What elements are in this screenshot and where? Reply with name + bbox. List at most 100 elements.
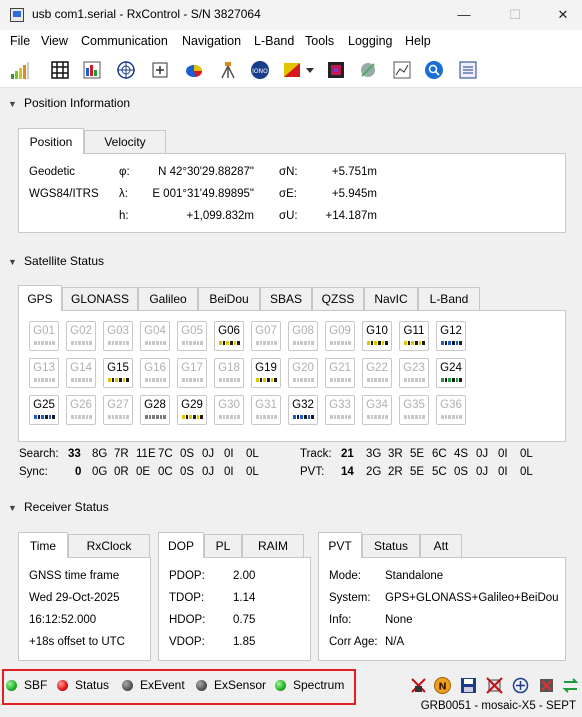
satellite-cell[interactable]: G30 (214, 395, 244, 425)
satellite-cell[interactable]: G07 (251, 321, 281, 351)
tripod-icon[interactable] (218, 60, 238, 80)
tab-position[interactable]: Position (18, 128, 84, 154)
stat-item: 5C (432, 466, 447, 478)
receiver-section-header[interactable]: ▼ Receiver Status (8, 500, 109, 518)
signal-bars-icon[interactable] (10, 60, 30, 80)
satellite-cell[interactable]: G22 (362, 358, 392, 388)
satellite-cell[interactable]: G02 (66, 321, 96, 351)
tab-pvt[interactable]: PVT (318, 532, 362, 558)
satellite-cell[interactable]: G18 (214, 358, 244, 388)
tab-rxclock[interactable]: RxClock (68, 534, 150, 558)
satellite-cell[interactable]: G28 (140, 395, 170, 425)
grid-icon[interactable] (50, 60, 70, 80)
exsensor-indicator[interactable]: ExSensor (214, 678, 266, 692)
stat-item: 0J (476, 448, 489, 460)
satellite-cell[interactable]: G33 (325, 395, 355, 425)
skyplot-icon[interactable] (116, 60, 136, 80)
ntrip-icon[interactable]: N (434, 677, 451, 694)
satellite-cell[interactable]: G32 (288, 395, 318, 425)
satellite-id: G12 (440, 325, 462, 337)
sbf-indicator[interactable]: SBF (24, 678, 47, 692)
menu-lband[interactable]: L-Band (254, 34, 294, 48)
tab-sbas[interactable]: SBAS (260, 287, 312, 311)
satellite-cell[interactable]: G10 (362, 321, 392, 351)
satellite-cell[interactable]: G25 (29, 395, 59, 425)
tab-glonass[interactable]: GLONASS (62, 287, 138, 311)
tab-velocity[interactable]: Velocity (84, 130, 166, 154)
satellite-cell[interactable]: G05 (177, 321, 207, 351)
satellite-cell[interactable]: G08 (288, 321, 318, 351)
satellite-cell[interactable]: G20 (288, 358, 318, 388)
close-button[interactable]: ✕ (551, 6, 575, 24)
tab-qzss[interactable]: QZSS (312, 287, 364, 311)
satellite-cell[interactable]: G36 (436, 395, 466, 425)
tab-time[interactable]: Time (18, 532, 68, 558)
menu-communication[interactable]: Communication (81, 34, 168, 48)
satellite-cell[interactable]: G29 (177, 395, 207, 425)
spectrum-indicator[interactable]: Spectrum (293, 678, 344, 692)
tab-pl[interactable]: PL (204, 534, 242, 558)
search-icon[interactable] (424, 60, 444, 80)
satellite-cell[interactable]: G14 (66, 358, 96, 388)
satellite-section-header[interactable]: ▼ Satellite Status (8, 254, 104, 272)
satellite-cell[interactable]: G12 (436, 321, 466, 351)
tab-status[interactable]: Status (362, 534, 420, 558)
satellite-cell[interactable]: G21 (325, 358, 355, 388)
satellite-cell[interactable]: G24 (436, 358, 466, 388)
save-icon[interactable] (460, 677, 477, 694)
signal-bars-icon (441, 378, 463, 382)
satellite-cell[interactable]: G34 (362, 395, 392, 425)
position-section-header[interactable]: ▼ Position Information (8, 96, 130, 114)
sync-arrows-icon[interactable] (562, 677, 579, 694)
maximize-button[interactable]: ☐ (503, 6, 527, 24)
tab-beidou[interactable]: BeiDou (198, 287, 260, 311)
close-panel-icon[interactable] (538, 677, 555, 694)
menu-tools[interactable]: Tools (305, 34, 334, 48)
satellite-cell[interactable]: G09 (325, 321, 355, 351)
satellite-cell[interactable]: G01 (29, 321, 59, 351)
menu-help[interactable]: Help (405, 34, 431, 48)
satellite-cell[interactable]: G16 (140, 358, 170, 388)
minimize-button[interactable]: — (452, 6, 476, 24)
menu-logging[interactable]: Logging (348, 34, 393, 48)
dropdown-arrow-icon[interactable] (304, 60, 316, 80)
satellite-icon[interactable] (358, 60, 378, 80)
satellite-cell[interactable]: G35 (399, 395, 429, 425)
pie-chart-icon[interactable] (184, 60, 204, 80)
iono-icon[interactable]: IONO (250, 60, 270, 80)
satellite-cell[interactable]: G13 (29, 358, 59, 388)
tab-raim[interactable]: RAIM (242, 534, 304, 558)
satellite-cell[interactable]: G23 (399, 358, 429, 388)
bar-chart-icon[interactable] (82, 60, 102, 80)
sigma-u-value: +14.187m (325, 210, 377, 222)
satellite-cell[interactable]: G19 (251, 358, 281, 388)
flag-icon[interactable] (282, 60, 302, 80)
spectrum-icon[interactable] (326, 60, 346, 80)
add-icon[interactable] (512, 677, 529, 694)
satellite-cell[interactable]: G11 (399, 321, 429, 351)
exevent-indicator[interactable]: ExEvent (140, 678, 185, 692)
tab-dop[interactable]: DOP (158, 532, 204, 558)
menu-navigation[interactable]: Navigation (182, 34, 241, 48)
satellite-cell[interactable]: G27 (103, 395, 133, 425)
satellite-cell[interactable]: G31 (251, 395, 281, 425)
satellite-cell[interactable]: G06 (214, 321, 244, 351)
graph-icon[interactable] (392, 60, 412, 80)
menu-file[interactable]: File (10, 34, 30, 48)
tab-galileo[interactable]: Galileo (138, 287, 198, 311)
satellite-cell[interactable]: G17 (177, 358, 207, 388)
disconnect-icon[interactable] (410, 677, 427, 694)
satellite-cell[interactable]: G03 (103, 321, 133, 351)
crosshair-icon[interactable] (150, 60, 170, 80)
satellite-cell[interactable]: G04 (140, 321, 170, 351)
list-icon[interactable] (458, 60, 478, 80)
tab-navic[interactable]: NavIC (364, 287, 418, 311)
satellite-cell[interactable]: G26 (66, 395, 96, 425)
status-indicator[interactable]: Status (75, 678, 109, 692)
menu-view[interactable]: View (41, 34, 68, 48)
tab-att[interactable]: Att (420, 534, 462, 558)
satellite-cell[interactable]: G15 (103, 358, 133, 388)
tab-lband[interactable]: L-Band (418, 287, 480, 311)
log-off-icon[interactable] (486, 677, 503, 694)
tab-gps[interactable]: GPS (18, 285, 62, 311)
